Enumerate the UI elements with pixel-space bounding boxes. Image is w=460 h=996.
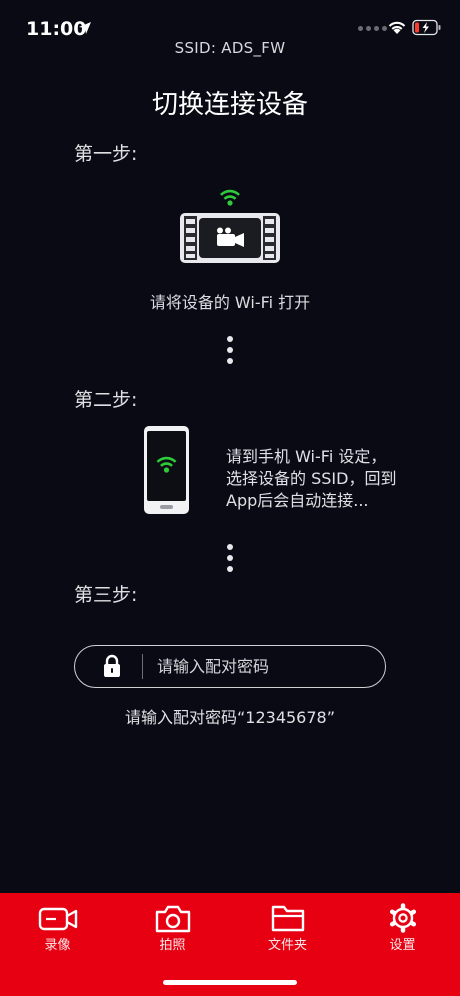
page-title: 切换连接设备 xyxy=(151,90,308,120)
camera-icon xyxy=(155,905,190,933)
password-field-container[interactable] xyxy=(74,645,386,688)
tab-photo-label: 拍照 xyxy=(159,938,186,953)
tab-record-label: 录像 xyxy=(44,938,71,953)
tab-folder-label: 文件夹 xyxy=(267,938,307,953)
home-indicator xyxy=(163,980,297,985)
password-hint: 请输入配对密码“12345678” xyxy=(124,708,336,727)
location-arrow-icon xyxy=(79,22,91,34)
video-camera-icon xyxy=(38,907,77,931)
battery-low-icon xyxy=(412,19,441,36)
camera-device-wifi-icon xyxy=(180,189,280,263)
step-2-instructions: 请到手机 Wi-Fi 设定， 选择设备的 SSID，回到 App后会自动连接..… xyxy=(226,446,396,512)
step-2-line-3: App后会自动连接... xyxy=(226,491,369,510)
phone-wifi-icon xyxy=(144,426,189,514)
gear-icon xyxy=(389,903,416,933)
step-connector-dots xyxy=(226,544,234,577)
ssid-label: SSID: ADS_FW xyxy=(174,39,286,57)
wifi-icon xyxy=(388,21,406,34)
step-3-label: 第三步: xyxy=(74,584,138,606)
step-1-label: 第一步: xyxy=(74,143,138,165)
step-2-line-2: 选择设备的 SSID，回到 xyxy=(226,469,397,488)
folder-icon xyxy=(271,905,304,932)
password-divider xyxy=(142,654,143,679)
lock-icon xyxy=(104,654,120,677)
step-2-line-1: 请到手机 Wi-Fi 设定， xyxy=(226,447,387,466)
step-2-label: 第二步: xyxy=(74,389,138,411)
tab-record[interactable]: 录像 xyxy=(0,893,115,996)
step-connector-dots xyxy=(226,336,234,369)
tab-settings-label: 设置 xyxy=(389,938,416,953)
step-1-caption: 请将设备的 Wi-Fi 打开 xyxy=(149,293,311,312)
tab-settings[interactable]: 设置 xyxy=(345,893,460,996)
signal-dots-icon xyxy=(358,26,387,31)
password-input[interactable] xyxy=(157,650,377,683)
